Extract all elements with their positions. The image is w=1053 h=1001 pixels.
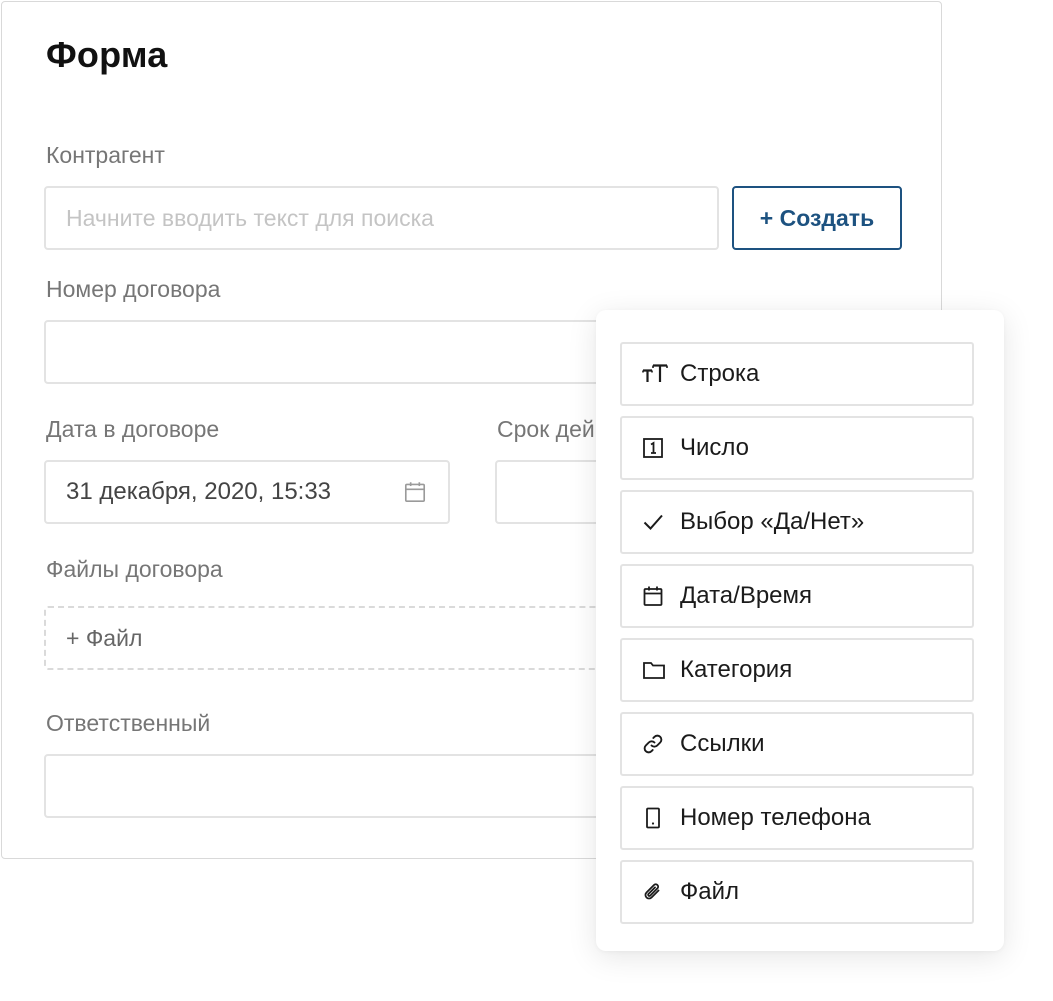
field-type-menu: Строка Число Выбор «Да/Нет» Дата/Время К… [596,310,1004,951]
number-icon [642,435,668,461]
create-counterparty-button[interactable]: + Создать [732,186,902,250]
field-type-phone-label: Номер телефона [680,804,871,831]
contract-files-label: Файлы договора [46,556,223,582]
field-type-category[interactable]: Категория [620,638,974,702]
field-type-phone[interactable]: Номер телефона [620,786,974,850]
link-icon [642,731,668,757]
folder-icon [642,657,668,683]
field-type-boolean[interactable]: Выбор «Да/Нет» [620,490,974,554]
counterparty-label: Контрагент [46,142,165,168]
paperclip-icon [642,879,668,905]
field-type-number[interactable]: Число [620,416,974,480]
counterparty-search-input[interactable] [44,186,719,250]
checkmark-icon [642,509,668,535]
contract-date-label: Дата в договоре [46,416,220,442]
field-type-links[interactable]: Ссылки [620,712,974,776]
field-type-string[interactable]: Строка [620,342,974,406]
calendar-icon [642,583,668,609]
text-size-icon [642,361,668,387]
term-label: Срок дей [497,416,595,442]
responsible-label: Ответственный [46,710,211,736]
contract-number-label: Номер договора [46,276,221,302]
contract-date-picker[interactable]: 31 декабря, 2020, 15:33 [44,460,450,524]
field-type-links-label: Ссылки [680,730,765,757]
calendar-icon[interactable] [402,479,428,505]
field-type-boolean-label: Выбор «Да/Нет» [680,508,865,535]
field-type-datetime-label: Дата/Время [680,582,813,609]
contract-date-value: 31 декабря, 2020, 15:33 [66,478,332,505]
field-type-number-label: Число [680,434,750,461]
add-file-label: + Файл [66,624,143,651]
field-type-string-label: Строка [680,360,760,387]
page: Форма Контрагент + Создать Номер договор… [0,0,1053,1001]
field-type-category-label: Категория [680,656,793,683]
field-type-file[interactable]: Файл [620,860,974,924]
form-title: Форма [46,34,168,75]
field-type-datetime[interactable]: Дата/Время [620,564,974,628]
field-type-file-label: Файл [680,878,740,905]
phone-icon [642,805,668,831]
